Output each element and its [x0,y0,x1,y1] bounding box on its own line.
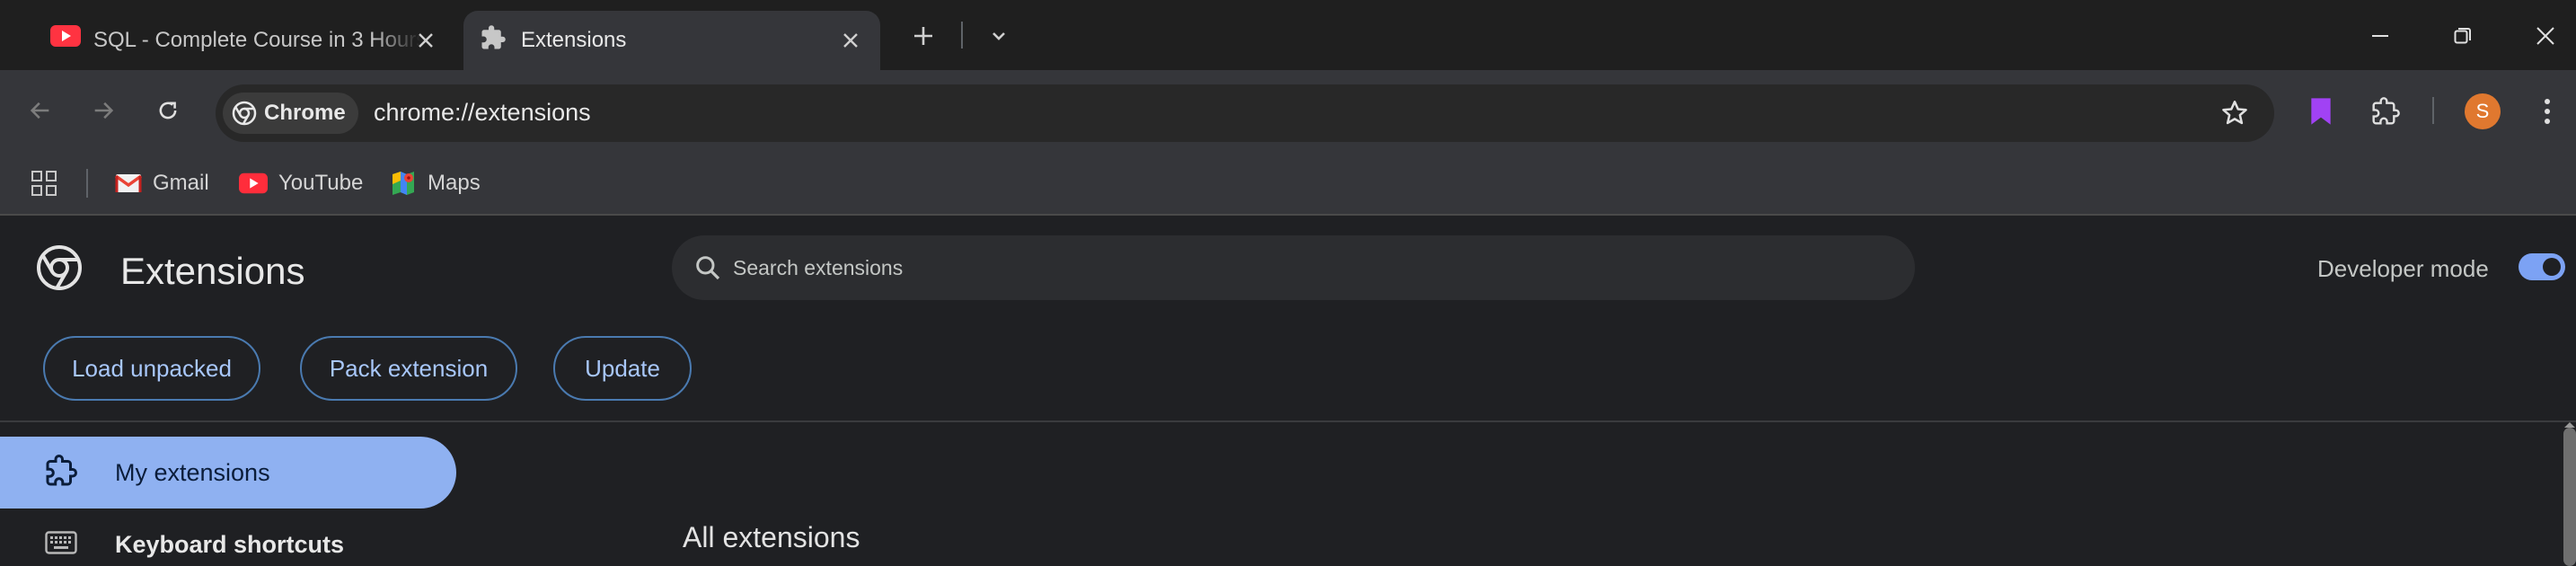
extensions-page: Extensions Developer mode Load unpacked … [0,217,2576,566]
maps-icon [393,172,414,195]
page-scrollbar[interactable] [2563,428,2576,566]
developer-mode-toggle[interactable] [2519,253,2565,280]
bookmarks-bar: Gmail YouTube Maps [0,151,2576,216]
developer-mode-label: Developer mode [2317,255,2489,282]
page-title: Extensions [120,250,305,292]
chip-label: Chrome [264,101,346,125]
toggle-knob [2543,258,2561,276]
bookmarks-divider [86,169,88,198]
more-vertical-icon [2545,99,2550,124]
tab-strip: SQL - Complete Course in 3 Hours Extensi… [0,0,2576,70]
bookmark-youtube[interactable]: YouTube [239,164,363,203]
new-tab-button[interactable] [902,18,945,54]
puzzle-icon [480,24,507,56]
update-button[interactable]: Update [553,336,692,401]
arrow-right-icon [94,102,114,119]
strip-divider [961,22,963,49]
keyboard-icon [45,530,77,559]
puzzle-icon [2372,97,2400,125]
url-text[interactable]: chrome://extensions [374,99,591,127]
header-divider [0,420,2576,422]
chrome-logo-icon [36,244,83,296]
sidebar-item-label: My extensions [115,458,270,486]
search-icon [693,253,722,287]
gmail-icon [115,174,142,192]
youtube-icon [50,25,81,51]
minimize-icon [2372,35,2388,37]
apps-button[interactable] [31,164,57,203]
apps-grid-icon [31,171,57,196]
reload-icon [159,102,177,119]
bookmark-label: YouTube [278,171,364,195]
bookmark-gmail[interactable]: Gmail [115,164,209,203]
toolbar-divider [2432,97,2434,124]
tab-sql-course[interactable]: SQL - Complete Course in 3 Hours [20,11,442,70]
search-extensions-box[interactable] [672,235,1915,300]
load-unpacked-button[interactable]: Load unpacked [43,336,260,401]
tab-title: Extensions [521,28,627,52]
plus-icon [914,27,932,45]
bookmark-star-icon[interactable] [2220,99,2249,132]
back-button[interactable] [18,88,63,133]
sidebar-item-label: Keyboard shortcuts [115,530,345,558]
chrome-menu-button[interactable] [2524,88,2571,135]
profile-avatar[interactable]: S [2465,93,2501,129]
tab-title: SQL - Complete Course in 3 Hours [93,28,421,52]
tab-extensions[interactable]: Extensions [463,11,880,70]
extension-icon [45,454,78,491]
close-icon [2536,27,2554,45]
bookmark-maps[interactable]: Maps [390,164,481,203]
restore-button[interactable] [2438,13,2488,59]
address-bar[interactable]: Chrome chrome://extensions [216,84,2274,142]
site-chip[interactable]: Chrome [223,93,358,134]
youtube-icon [239,172,268,194]
bookmark-extension-button[interactable] [2298,88,2344,135]
pack-extension-button[interactable]: Pack extension [300,336,517,401]
bookmark-label: Maps [428,171,481,195]
minimize-button[interactable] [2355,13,2405,59]
arrow-left-icon [30,102,49,119]
section-title: All extensions [683,521,860,553]
reload-button[interactable] [146,88,190,133]
chrome-icon [232,101,257,126]
close-window-button[interactable] [2520,13,2571,59]
bookmark-label: Gmail [153,171,209,195]
forward-button[interactable] [81,88,126,133]
chevron-down-icon [992,32,1005,40]
sidebar-item-keyboard-shortcuts[interactable]: Keyboard shortcuts [0,509,456,566]
close-tab-icon[interactable] [837,27,864,54]
tab-search-button[interactable] [977,18,1020,54]
bookmark-icon [2311,98,2331,125]
close-tab-icon[interactable] [412,27,439,54]
restore-icon [2454,28,2471,44]
extensions-menu-button[interactable] [2362,88,2409,135]
sidebar-item-my-extensions[interactable]: My extensions [0,437,456,509]
search-input[interactable] [733,252,1811,284]
